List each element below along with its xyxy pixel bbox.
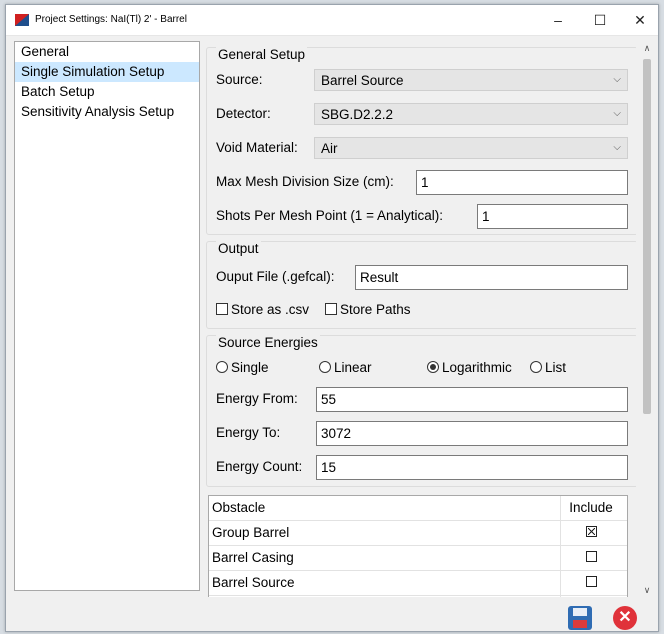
- store-paths-label: Store Paths: [340, 302, 411, 317]
- store-csv-option[interactable]: Store as .csv: [216, 302, 309, 317]
- include-checkbox[interactable]: [585, 576, 597, 587]
- radio-single[interactable]: [216, 361, 228, 373]
- table-row[interactable]: Group Barrel: [209, 521, 627, 546]
- detector-label: Detector:: [216, 106, 271, 121]
- void-material-select[interactable]: Air ⌵: [314, 137, 628, 159]
- source-label: Source:: [216, 72, 263, 87]
- source-select[interactable]: Barrel Source ⌵: [314, 69, 628, 91]
- close-window-button[interactable]: ✕: [623, 9, 657, 31]
- general-setup-group: General Setup Source: Barrel Source ⌵ De…: [206, 47, 636, 235]
- radio-logarithmic-label: Logarithmic: [442, 360, 512, 375]
- table-row[interactable]: Barrel Source: [209, 571, 627, 596]
- radio-linear-label: Linear: [334, 360, 372, 375]
- nav-item-general[interactable]: General: [15, 42, 199, 62]
- store-csv-label: Store as .csv: [231, 302, 310, 317]
- project-settings-window: Project Settings: NaI(Tl) 2' - Barrel – …: [5, 4, 659, 632]
- include-checkbox[interactable]: [585, 551, 597, 562]
- radio-linear[interactable]: [319, 361, 331, 373]
- shots-per-mesh-input[interactable]: [477, 204, 628, 229]
- void-material-value: Air: [321, 141, 338, 156]
- source-energies-title: Source Energies: [216, 335, 320, 350]
- include-checkbox-checked[interactable]: [585, 526, 597, 537]
- radio-list[interactable]: [530, 361, 542, 373]
- minimize-button[interactable]: –: [541, 9, 575, 31]
- save-button[interactable]: [568, 606, 592, 630]
- scroll-up-icon[interactable]: ∧: [640, 41, 654, 55]
- nav-item-batch-setup[interactable]: Batch Setup: [15, 82, 199, 102]
- output-title: Output: [216, 241, 261, 256]
- obstacle-table: Obstacle Include Group Barrel Barrel Cas…: [208, 495, 628, 599]
- radio-logarithmic[interactable]: [427, 361, 439, 373]
- radio-list-label: List: [545, 360, 567, 375]
- chevron-down-icon: ⌵: [613, 74, 621, 85]
- output-group: Output Ouput File (.gefcal): Store as .c…: [206, 241, 636, 329]
- radio-list-option[interactable]: List: [530, 360, 566, 375]
- detector-select[interactable]: SBG.D2.2.2 ⌵: [314, 103, 628, 125]
- energy-from-input[interactable]: [316, 387, 628, 412]
- store-paths-option[interactable]: Store Paths: [325, 302, 411, 317]
- obstacle-column-header: Obstacle: [212, 500, 266, 515]
- general-setup-title: General Setup: [216, 47, 308, 62]
- store-paths-checkbox[interactable]: [325, 303, 337, 315]
- window-title: Project Settings: NaI(Tl) 2' - Barrel: [35, 14, 187, 25]
- radio-single-label: Single: [231, 360, 269, 375]
- settings-nav-list: General Single Simulation Setup Batch Se…: [14, 41, 200, 591]
- chevron-down-icon: ⌵: [613, 142, 621, 153]
- include-column-header: Include: [569, 500, 613, 515]
- radio-linear-option[interactable]: Linear: [319, 360, 372, 375]
- shots-per-mesh-label: Shots Per Mesh Point (1 = Analytical):: [216, 208, 443, 223]
- dialog-footer: ✕: [6, 597, 658, 631]
- radio-logarithmic-option[interactable]: Logarithmic: [427, 360, 512, 375]
- include-cell: [561, 526, 621, 540]
- chevron-down-icon: ⌵: [613, 108, 621, 119]
- scrollbar-thumb[interactable]: [643, 59, 651, 414]
- title-bar[interactable]: Project Settings: NaI(Tl) 2' - Barrel – …: [6, 5, 658, 36]
- include-cell: [561, 576, 621, 590]
- energy-count-label: Energy Count:: [216, 459, 303, 474]
- vertical-scrollbar[interactable]: ∧ ∨: [640, 39, 654, 599]
- output-file-label: Ouput File (.gefcal):: [216, 269, 335, 284]
- scroll-down-icon[interactable]: ∨: [640, 583, 654, 597]
- app-icon: [15, 14, 29, 26]
- table-row[interactable]: Barrel Casing: [209, 546, 627, 571]
- include-cell: [561, 551, 621, 565]
- nav-item-single-simulation-setup[interactable]: Single Simulation Setup: [15, 62, 199, 82]
- table-header-row: Obstacle Include: [209, 496, 627, 521]
- source-value: Barrel Source: [321, 73, 404, 88]
- store-csv-checkbox[interactable]: [216, 303, 228, 315]
- radio-single-option[interactable]: Single: [216, 360, 269, 375]
- mesh-size-label: Max Mesh Division Size (cm):: [216, 174, 394, 189]
- obstacle-name: Barrel Casing: [212, 550, 294, 565]
- nav-item-sensitivity-analysis-setup[interactable]: Sensitivity Analysis Setup: [15, 102, 199, 122]
- obstacle-name: Group Barrel: [212, 525, 290, 540]
- obstacle-name: Barrel Source: [212, 575, 295, 590]
- settings-panel: General Setup Source: Barrel Source ⌵ De…: [206, 39, 636, 599]
- energy-from-label: Energy From:: [216, 391, 298, 406]
- maximize-button[interactable]: ☐: [583, 9, 617, 31]
- cancel-button[interactable]: ✕: [613, 606, 637, 630]
- detector-value: SBG.D2.2.2: [321, 107, 394, 122]
- energy-count-input[interactable]: [316, 455, 628, 480]
- void-material-label: Void Material:: [216, 140, 298, 155]
- output-file-input[interactable]: [355, 265, 628, 290]
- source-energies-group: Source Energies Single Linear Logarithmi…: [206, 335, 636, 487]
- mesh-size-input[interactable]: [416, 170, 628, 195]
- energy-to-label: Energy To:: [216, 425, 281, 440]
- energy-to-input[interactable]: [316, 421, 628, 446]
